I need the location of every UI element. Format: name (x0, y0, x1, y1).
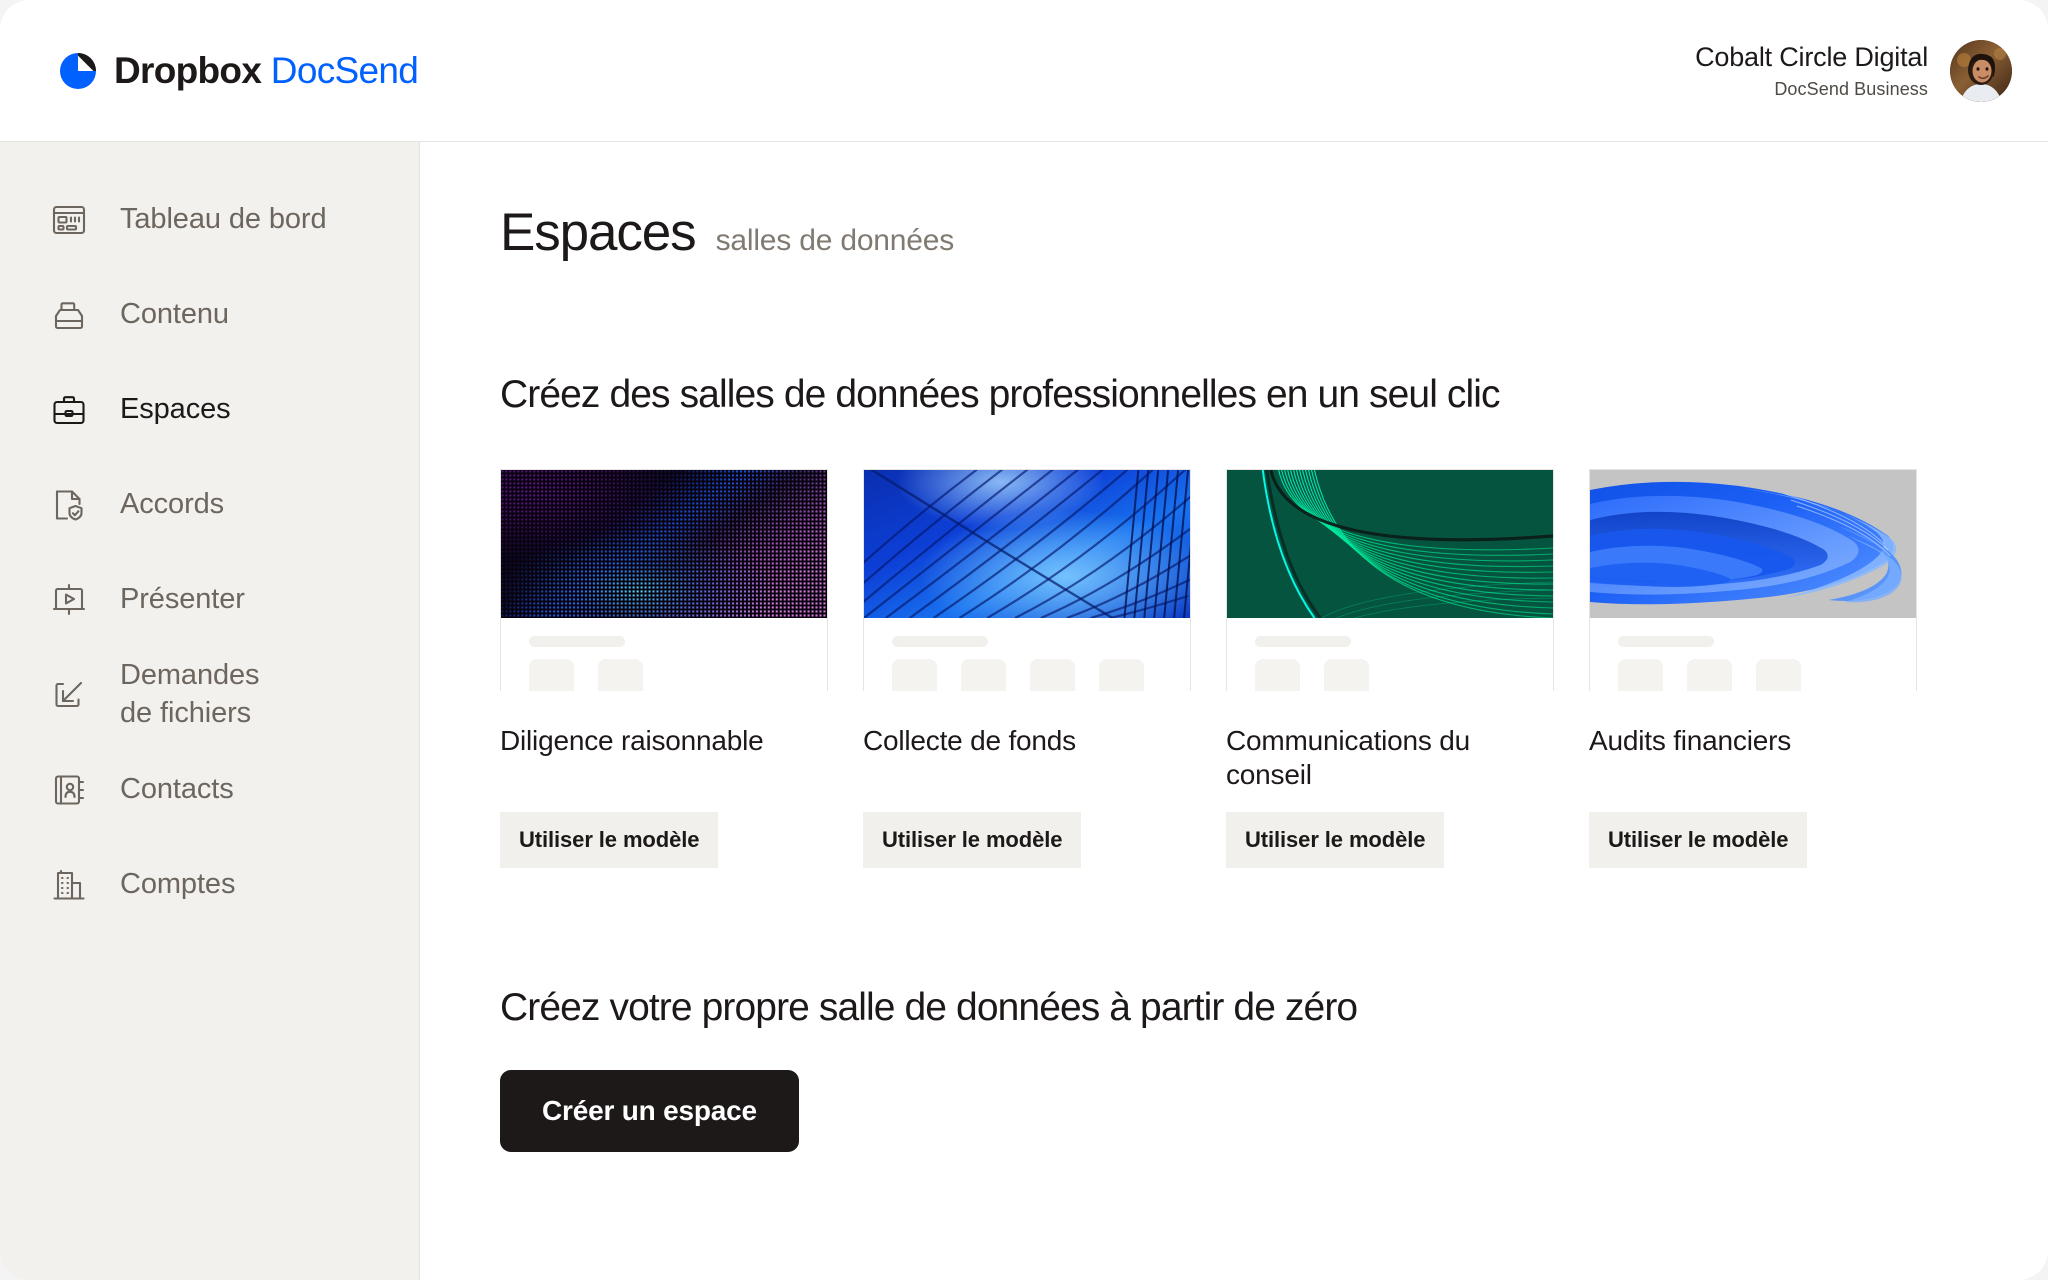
template-card-preview[interactable] (500, 469, 828, 691)
brand-name-docsend: DocSend (271, 50, 418, 91)
card-skeleton (501, 618, 827, 691)
sidebar: Tableau de bord Contenu (0, 142, 420, 1280)
sidebar-item-contenu[interactable]: Contenu (0, 267, 419, 362)
account-plan: DocSend Business (1695, 79, 1928, 100)
template-cell: Audits financiers Utiliser le modèle (1589, 469, 1917, 868)
use-template-button[interactable]: Utiliser le modèle (863, 812, 1081, 868)
sidebar-item-label: Tableau de bord (120, 201, 327, 238)
skeleton-tiles (529, 659, 799, 691)
template-cell: Communications du conseil Utiliser le mo… (1226, 469, 1554, 868)
halftone-purple-mesh-thumbnail (501, 470, 827, 618)
account-text: Cobalt Circle Digital DocSend Business (1695, 41, 1928, 101)
sidebar-item-label: Demandes de fichiers (120, 657, 259, 731)
template-grid: Diligence raisonnable Utiliser le modèle (500, 469, 1978, 868)
presentation-play-icon (48, 579, 90, 621)
card-skeleton (1590, 618, 1916, 691)
skeleton-tile (1324, 659, 1369, 691)
page-title: Espaces (500, 202, 696, 263)
brand-wordmark: Dropbox DocSend (114, 50, 418, 92)
skeleton-bar (1618, 636, 1714, 647)
skeleton-tiles (1255, 659, 1525, 691)
blue-ribbon-bloom-thumbnail (1590, 470, 1916, 618)
blue-vortex-stripes-thumbnail (864, 470, 1190, 618)
skeleton-bar (892, 636, 988, 647)
skeleton-tile (598, 659, 643, 691)
template-name: Diligence raisonnable (500, 724, 828, 794)
sidebar-item-accords[interactable]: Accords (0, 457, 419, 552)
avatar[interactable] (1950, 40, 2012, 102)
template-card-preview[interactable] (863, 469, 1191, 691)
use-template-button[interactable]: Utiliser le modèle (1226, 812, 1444, 868)
sidebar-item-label: Accords (120, 486, 224, 523)
sidebar-item-label: Présenter (120, 581, 245, 618)
sidebar-item-espaces[interactable]: Espaces (0, 362, 419, 457)
skeleton-tiles (1618, 659, 1888, 691)
use-template-button[interactable]: Utiliser le modèle (1589, 812, 1807, 868)
sidebar-item-comptes[interactable]: Comptes (0, 837, 419, 932)
sidebar-item-label: Espaces (120, 391, 231, 428)
skeleton-tile (1099, 659, 1144, 691)
skeleton-bar (529, 636, 625, 647)
document-shield-icon (48, 484, 90, 526)
dashboard-icon (48, 199, 90, 241)
use-template-button[interactable]: Utiliser le modèle (500, 812, 718, 868)
app-window: Dropbox DocSend Cobalt Circle Digital Do… (0, 0, 2048, 1280)
content-tray-icon (48, 294, 90, 336)
sidebar-item-contacts[interactable]: Contacts (0, 742, 419, 837)
sidebar-item-label: Comptes (120, 866, 235, 903)
skeleton-tile (529, 659, 574, 691)
skeleton-tile (1756, 659, 1801, 691)
scratch-section: Créez votre propre salle de données à pa… (500, 986, 1978, 1152)
sidebar-item-label: Contacts (120, 771, 234, 808)
scratch-heading: Créez votre propre salle de données à pa… (500, 986, 1978, 1030)
account-menu[interactable]: Cobalt Circle Digital DocSend Business (1695, 40, 2012, 102)
template-name: Collecte de fonds (863, 724, 1191, 794)
card-skeleton (864, 618, 1190, 691)
account-name: Cobalt Circle Digital (1695, 41, 1928, 75)
green-swoosh-lines-thumbnail (1227, 470, 1553, 618)
skeleton-tile (1030, 659, 1075, 691)
skeleton-bar (1255, 636, 1351, 647)
dropbox-logo-icon (58, 51, 98, 91)
templates-heading: Créez des salles de données professionne… (500, 373, 1978, 417)
address-book-icon (48, 769, 90, 811)
create-space-button[interactable]: Créer un espace (500, 1070, 799, 1152)
page-title-row: Espaces salles de données (500, 202, 1978, 263)
sidebar-item-demandes-de-fichiers[interactable]: Demandes de fichiers (0, 647, 419, 742)
skeleton-tile (1687, 659, 1732, 691)
skeleton-tile (961, 659, 1006, 691)
app-body: Tableau de bord Contenu (0, 142, 2048, 1280)
template-cell: Diligence raisonnable Utiliser le modèle (500, 469, 828, 868)
brand-name-dropbox: Dropbox (114, 50, 261, 91)
app-header: Dropbox DocSend Cobalt Circle Digital Do… (0, 0, 2048, 142)
skeleton-tile (1618, 659, 1663, 691)
template-name: Audits financiers (1589, 724, 1917, 794)
skeleton-tile (892, 659, 937, 691)
file-request-icon (48, 674, 90, 716)
template-name: Communications du conseil (1226, 724, 1554, 794)
sidebar-item-presenter[interactable]: Présenter (0, 552, 419, 647)
template-card-preview[interactable] (1589, 469, 1917, 691)
skeleton-tiles (892, 659, 1162, 691)
sidebar-item-label: Contenu (120, 296, 229, 333)
buildings-icon (48, 864, 90, 906)
brand-logo-group[interactable]: Dropbox DocSend (58, 50, 418, 92)
page-subtitle: salles de données (716, 224, 954, 258)
main-content: Espaces salles de données Créez des sall… (420, 142, 2048, 1280)
template-cell: Collecte de fonds Utiliser le modèle (863, 469, 1191, 868)
briefcase-icon (48, 389, 90, 431)
template-card-preview[interactable] (1226, 469, 1554, 691)
card-skeleton (1227, 618, 1553, 691)
sidebar-item-tableau-de-bord[interactable]: Tableau de bord (0, 172, 419, 267)
skeleton-tile (1255, 659, 1300, 691)
